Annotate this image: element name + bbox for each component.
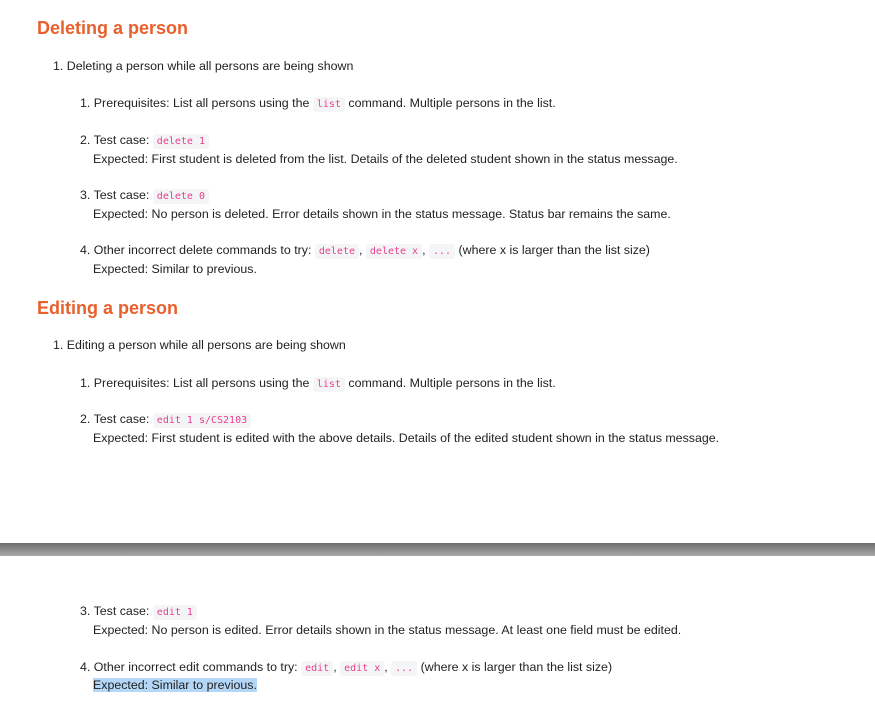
inline-code: delete 0 (152, 189, 209, 204)
expected-result: Expected: First student is deleted from … (93, 152, 678, 166)
step-number: 1. (80, 376, 91, 390)
page-break-divider (0, 543, 875, 556)
step-text: Prerequisites: List all persons using th… (93, 376, 310, 390)
step-text: command. Multiple persons in the list. (348, 376, 556, 390)
inline-code: list (312, 97, 345, 112)
expected-result: Expected: No person is deleted. Error de… (93, 207, 671, 221)
separator: , (384, 660, 388, 674)
step-number: 3. (80, 604, 91, 618)
heading-editing-a-person: Editing a person (37, 298, 179, 318)
delete-step-test-case-2: 3. Test case: delete 0 (80, 187, 209, 205)
step-label: Other incorrect edit commands to try: (93, 660, 298, 674)
edit-step-prerequisites: 1. Prerequisites: List all persons using… (80, 375, 556, 393)
step-label: Test case: (93, 133, 150, 147)
expected-result: Expected: Similar to previous. (93, 262, 257, 276)
step-number: 3. (80, 188, 91, 202)
inline-code: delete x (365, 244, 423, 259)
expected-result: Expected: No person is edited. Error det… (93, 623, 682, 637)
step-label: Other incorrect delete commands to try: (93, 243, 312, 257)
step-text: Prerequisites: List all persons using th… (93, 96, 310, 110)
expected-result-selected[interactable]: Expected: Similar to previous. (93, 677, 257, 693)
item-text: Deleting a person while all persons are … (66, 59, 354, 73)
heading-deleting-a-person: Deleting a person (37, 18, 189, 38)
inline-code: ... (428, 244, 456, 259)
inline-code: edit (301, 661, 334, 676)
inline-code: ... (391, 661, 418, 676)
separator: , (422, 243, 426, 257)
step-text: command. Multiple persons in the list. (348, 96, 556, 110)
inline-code: delete (314, 244, 359, 259)
step-number: 1. (80, 96, 91, 110)
delete-step-other-commands: 4. Other incorrect delete commands to tr… (80, 242, 650, 260)
expected-result: Expected: First student is edited with t… (93, 431, 720, 445)
list-item-delete: 1. Deleting a person while all persons a… (53, 58, 353, 74)
step-note: (where x is larger than the list size) (420, 660, 613, 674)
delete-step-test-case-1: 2. Test case: delete 1 (80, 132, 209, 150)
step-label: Test case: (93, 188, 150, 202)
step-number: 2. (80, 412, 91, 426)
edit-step-other-commands: 4. Other incorrect edit commands to try:… (80, 659, 612, 677)
step-label: Test case: (93, 604, 150, 618)
step-number: 4. (80, 660, 91, 674)
inline-code: edit 1 s/CS2103 (152, 413, 252, 428)
item-number: 1. (53, 59, 64, 73)
edit-step-test-case-2: 3. Test case: edit 1 (80, 603, 197, 621)
item-text: Editing a person while all persons are b… (66, 338, 346, 352)
delete-step-prerequisites: 1. Prerequisites: List all persons using… (80, 95, 556, 113)
inline-code: delete 1 (152, 134, 209, 149)
inline-code: list (312, 377, 345, 392)
step-note: (where x is larger than the list size) (458, 243, 650, 257)
separator: , (333, 660, 337, 674)
list-item-edit: 1. Editing a person while all persons ar… (53, 337, 346, 353)
item-number: 1. (53, 338, 64, 352)
inline-code: edit x (340, 661, 385, 676)
step-number: 4. (80, 243, 91, 257)
inline-code: edit 1 (152, 605, 197, 620)
edit-step-test-case-1: 2. Test case: edit 1 s/CS2103 (80, 411, 252, 429)
separator: , (359, 243, 363, 257)
selected-text-highlight[interactable]: Expected: Similar to previous. (93, 678, 257, 692)
step-number: 2. (80, 133, 91, 147)
step-label: Test case: (93, 412, 150, 426)
